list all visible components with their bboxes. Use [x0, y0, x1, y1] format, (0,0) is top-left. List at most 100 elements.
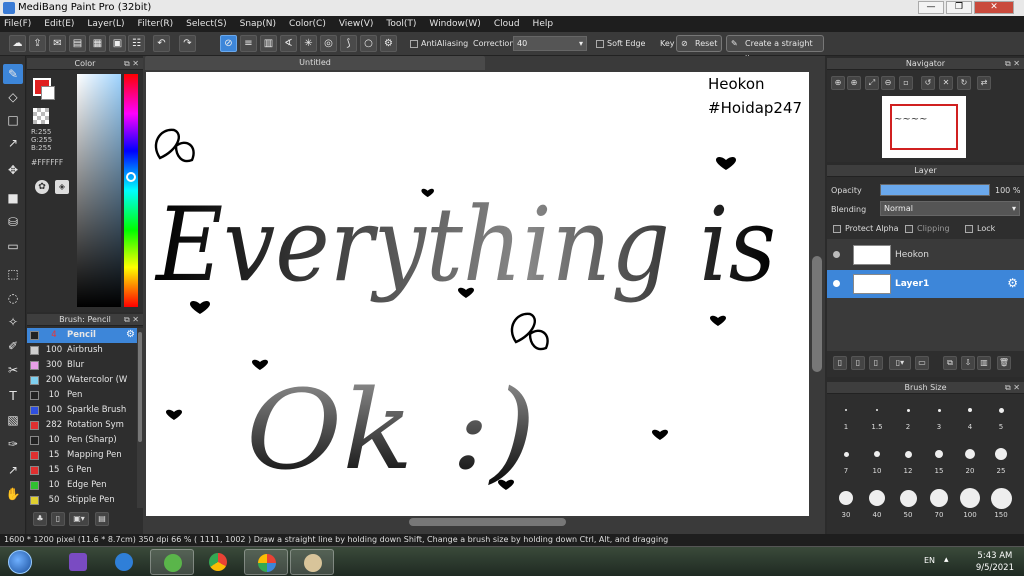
snap-vanishing-icon[interactable]: ∢ — [280, 35, 297, 52]
protect-alpha-checkbox[interactable] — [833, 225, 841, 233]
menu-help[interactable]: Help — [533, 19, 554, 29]
snap-circle-icon[interactable]: ◎ — [320, 35, 337, 52]
material-icon[interactable]: ▣ — [109, 35, 126, 52]
zoom-in-icon[interactable]: ⊕ — [847, 76, 861, 90]
menu-file[interactable]: File(F) — [4, 19, 31, 29]
select-eraser-icon[interactable]: ✂ — [3, 360, 23, 380]
lock-checkbox[interactable] — [965, 225, 973, 233]
gear-icon[interactable]: ⚙ — [126, 329, 135, 340]
snap-radial-icon[interactable]: ✳ — [300, 35, 317, 52]
lasso-tool-icon[interactable]: ◌ — [3, 288, 23, 308]
clock[interactable]: 5:43 AM 9/5/2021 — [976, 550, 1014, 574]
brush-size-option[interactable]: 3 — [924, 396, 954, 431]
secondary-color-swatch[interactable] — [41, 86, 55, 100]
brush-size-option[interactable]: 2 — [893, 396, 923, 431]
brush-size-option[interactable]: 20 — [955, 440, 985, 475]
document-tab[interactable]: Untitled — [145, 56, 485, 70]
panel-close-icon[interactable]: ⧉ ✕ — [1005, 58, 1020, 70]
taskbar-app-medibang[interactable] — [244, 549, 288, 575]
brush-size-option[interactable]: 15 — [924, 440, 954, 475]
select-pen-icon[interactable]: ✐ — [3, 336, 23, 356]
brush-menu-icon[interactable]: ▣▾ — [69, 512, 89, 526]
menu-window[interactable]: Window(W) — [429, 19, 480, 29]
correction-select[interactable]: 40 ▾ — [513, 36, 587, 51]
new-layer-icon[interactable]: ▯ — [833, 356, 847, 370]
color-saturation-field[interactable] — [77, 74, 121, 307]
move-tool-icon[interactable]: ✥ — [3, 160, 23, 180]
brush-size-option[interactable]: 70 — [924, 484, 954, 519]
hand-tool-icon[interactable]: ✋ — [3, 484, 23, 504]
brush-size-option[interactable]: 30 — [831, 484, 861, 519]
transparent-color-swatch[interactable] — [33, 108, 49, 124]
brush-item[interactable]: 100 Sparkle Brush — [27, 403, 137, 418]
brush-size-option[interactable]: 1.5 — [862, 396, 892, 431]
brush-item[interactable]: 100 Airbrush — [27, 343, 137, 358]
zoom-out-icon[interactable]: ⊖ — [881, 76, 895, 90]
brush-size-option[interactable]: 100 — [955, 484, 985, 519]
menu-layer[interactable]: Layer(L) — [87, 19, 124, 29]
brush-item[interactable]: 10 Edge Pen — [27, 478, 137, 493]
flip-horizontal-icon[interactable]: ⇄ — [977, 76, 991, 90]
blending-select[interactable]: Normal ▾ — [880, 201, 1020, 216]
language-indicator[interactable]: EN — [924, 556, 935, 565]
maximize-button[interactable]: ❐ — [946, 1, 972, 14]
menu-tool[interactable]: Tool(T) — [386, 19, 416, 29]
duplicate-layer-icon[interactable]: ⧉ — [943, 356, 957, 370]
color-set-icon[interactable]: ◈ — [55, 180, 69, 194]
taskbar-app-paint[interactable] — [290, 549, 334, 575]
brush-item[interactable]: 15 Mapping Pen — [27, 448, 137, 463]
drawing-canvas[interactable]: Everything is Ok :) Heokon #Hoidap247 — [146, 72, 809, 516]
brush-item[interactable]: 10 Pen (Sharp) — [27, 433, 137, 448]
layer-row-layer1[interactable]: Layer1 ⚙ — [827, 270, 1024, 298]
redo-icon[interactable]: ↷ — [179, 35, 196, 52]
menu-color[interactable]: Color(C) — [289, 19, 326, 29]
divide-tool-icon[interactable]: ▧ — [3, 410, 23, 430]
fill-shape-tool-icon[interactable]: ■ — [3, 188, 23, 208]
add-brush-icon[interactable]: ♣ — [33, 512, 47, 526]
dot-tool-icon[interactable]: □ — [3, 110, 23, 130]
menu-filter[interactable]: Filter(R) — [138, 19, 174, 29]
new-8bit-layer-icon[interactable]: ▯ — [869, 356, 883, 370]
tray-arrow-icon[interactable]: ▴ — [944, 555, 949, 565]
straight-line-button[interactable]: ✎Create a straight line — [726, 35, 824, 63]
brush-tool-icon[interactable]: ✎ — [3, 64, 23, 84]
snap-curve-icon[interactable]: ⟆ — [340, 35, 357, 52]
snap-parallel-icon[interactable]: ≡ — [240, 35, 257, 52]
panel-close-icon[interactable]: ⧉ ✕ — [124, 58, 139, 70]
bucket-tool-icon[interactable]: ⛁ — [3, 212, 23, 232]
menu-view[interactable]: View(V) — [339, 19, 374, 29]
visibility-icon[interactable] — [833, 280, 840, 287]
folder-icon[interactable]: ▭ — [915, 356, 929, 370]
visibility-icon[interactable] — [833, 251, 840, 258]
magic-wand-icon[interactable]: ✧ — [3, 312, 23, 332]
hue-slider-handle[interactable] — [126, 172, 136, 182]
gradient-tool-icon[interactable]: ▭ — [3, 236, 23, 256]
select-tool-icon[interactable]: ⬚ — [3, 264, 23, 284]
menu-edit[interactable]: Edit(E) — [44, 19, 74, 29]
correction-tool-icon[interactable]: ↗ — [3, 133, 23, 153]
add-layer-menu-icon[interactable]: ▯▾ — [889, 356, 911, 370]
brush-size-option[interactable]: 5 — [986, 396, 1016, 431]
menu-select[interactable]: Select(S) — [186, 19, 227, 29]
antialiasing-checkbox[interactable] — [410, 40, 418, 48]
canvas-horizontal-scrollbar[interactable] — [146, 516, 810, 528]
clipping-checkbox[interactable] — [905, 225, 913, 233]
brush-size-option[interactable]: 50 — [893, 484, 923, 519]
layer-row-heokon[interactable]: Heokon — [827, 241, 1024, 269]
brush-size-option[interactable]: 1 — [831, 396, 861, 431]
menu-cloud[interactable]: Cloud — [494, 19, 520, 29]
text-tool-icon[interactable]: T — [3, 386, 23, 406]
cloud-icon[interactable]: ☁ — [9, 35, 26, 52]
fit-view-icon[interactable]: ⤢ — [865, 76, 879, 90]
opacity-slider[interactable] — [880, 184, 990, 196]
brush-item[interactable]: 4 Pencil ⚙ — [27, 328, 137, 343]
brush-item[interactable]: 282 Rotation Sym — [27, 418, 137, 433]
settings-sheet-icon[interactable]: ☷ — [128, 35, 145, 52]
brush-size-option[interactable]: 150 — [986, 484, 1016, 519]
taskbar-app-internet-explorer[interactable] — [102, 549, 146, 575]
document-icon[interactable]: ▤ — [69, 35, 86, 52]
zoom-in-icon[interactable]: ⊕ — [831, 76, 845, 90]
brush-settings-icon[interactable]: ▤ — [95, 512, 109, 526]
snap-settings-icon[interactable]: ⚙ — [380, 35, 397, 52]
brush-item[interactable]: 300 Blur — [27, 358, 137, 373]
